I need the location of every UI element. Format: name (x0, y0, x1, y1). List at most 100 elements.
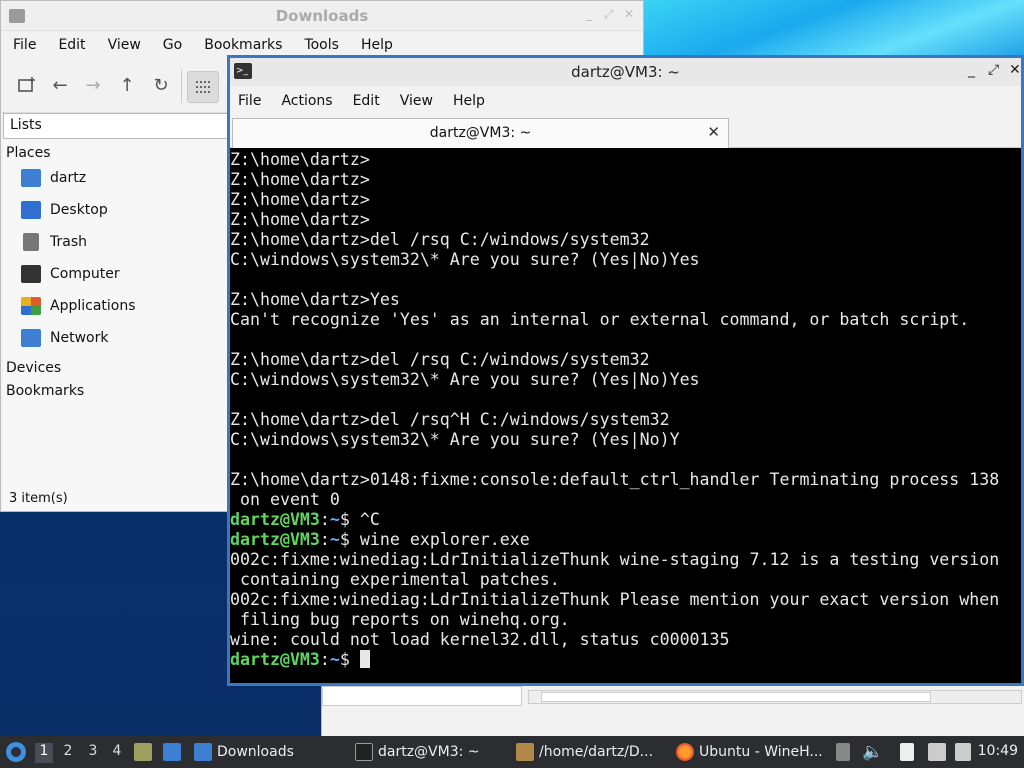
terminal-line-text: $ wine explorer.exe (339, 530, 530, 549)
terminal-line: Z:\home\dartz> (230, 170, 1021, 190)
devices-heading[interactable]: Devices (3, 354, 228, 377)
terminal-line: Z:\home\dartz> (230, 190, 1021, 210)
prompt-path: ~ (329, 510, 340, 529)
display-icon (928, 743, 946, 761)
forward-icon[interactable]: → (79, 71, 107, 99)
side-pane-mode-select[interactable]: Lists (3, 113, 228, 139)
tray-clipboard[interactable] (900, 736, 919, 768)
terminal-line-text: wine: could not load kernel32.dll, statu… (230, 630, 730, 649)
maximize-icon[interactable]: ⤢ (988, 62, 999, 78)
show-desktop-icon (163, 743, 181, 761)
quicklaunch-files[interactable] (134, 736, 157, 768)
terminal-line: filing bug reports on winehq.org. (230, 610, 1021, 630)
menu-file[interactable]: File (13, 37, 36, 53)
workspace-1[interactable]: 1 (35, 743, 53, 763)
terminal-line-text: C:\windows\system32\* Are you sure? (Yes… (230, 370, 700, 389)
menu-edit[interactable]: Edit (353, 93, 380, 109)
icon-view-icon[interactable] (187, 71, 219, 103)
reload-icon[interactable]: ↻ (147, 71, 175, 99)
menu-go[interactable]: Go (163, 37, 182, 53)
tray-volume[interactable]: 🔈 (862, 736, 883, 768)
terminal-tab[interactable]: dartz@VM3: ~ ✕ (232, 118, 729, 148)
terminal-line-text: Z:\home\dartz>0148:fixme:console:default… (230, 470, 1000, 489)
terminal-line-text: Z:\home\dartz>Yes (230, 290, 400, 309)
terminal-line: dartz@VM3:~$ ^C (230, 510, 1021, 530)
folder-icon (194, 743, 212, 761)
terminal-line-text: on event 0 (230, 490, 340, 509)
place-desktop[interactable]: Desktop (3, 194, 228, 226)
workspace-4[interactable]: 4 (108, 743, 126, 763)
minimize-icon[interactable]: _ (586, 7, 592, 21)
trash-icon (23, 233, 39, 251)
menu-view[interactable]: View (108, 37, 141, 53)
task-downloads[interactable]: Downloads (194, 736, 294, 768)
tray-network[interactable] (955, 736, 976, 768)
workspace-2[interactable]: 2 (59, 743, 77, 763)
terminal-line: C:\windows\system32\* Are you sure? (Yes… (230, 370, 1021, 390)
file-manager-titlebar[interactable]: Downloads _ ⤢ ✕ (1, 1, 643, 31)
tray-display[interactable] (928, 736, 951, 768)
wallpaper-sky-region (644, 0, 1024, 58)
menu-help[interactable]: Help (361, 37, 393, 53)
prompt-user: dartz@VM3 (230, 510, 320, 529)
menu-tools[interactable]: Tools (304, 37, 339, 53)
terminal-icon (355, 743, 373, 761)
close-tab-icon[interactable]: ✕ (707, 123, 720, 141)
terminal-line: Z:\home\dartz> (230, 210, 1021, 230)
workspace-3[interactable]: 3 (84, 743, 102, 763)
prompt-path: ~ (329, 650, 340, 669)
start-menu-button[interactable] (4, 736, 28, 768)
task-label: Downloads (217, 744, 294, 760)
close-icon[interactable]: ✕ (624, 7, 634, 21)
terminal-line: Z:\home\dartz> (230, 150, 1021, 170)
place-computer[interactable]: Computer (3, 258, 228, 290)
taskbar: 1 2 3 4 Downloads dartz@VM3: ~ /home/dar… (0, 736, 1024, 768)
task-archive[interactable]: /home/dartz/D... (516, 736, 653, 768)
place-applications[interactable]: Applications (3, 290, 228, 322)
task-label: /home/dartz/D... (539, 744, 654, 760)
quicklaunch-desktop[interactable] (163, 736, 186, 768)
clock[interactable]: 10:49 (978, 743, 1018, 759)
minimize-icon[interactable]: _ (968, 62, 975, 78)
menu-file[interactable]: File (238, 93, 261, 109)
terminal-line-text: C:\windows\system32\* Are you sure? (Yes… (230, 430, 680, 449)
place-network[interactable]: Network (3, 322, 228, 354)
place-dartz[interactable]: dartz (3, 162, 228, 194)
bookmarks-heading[interactable]: Bookmarks (3, 377, 228, 400)
computer-icon (21, 265, 41, 283)
terminal-line: containing experimental patches. (230, 570, 1021, 590)
prompt-path: ~ (329, 530, 340, 549)
horizontal-scrollbar[interactable] (528, 690, 1022, 704)
menu-view[interactable]: View (400, 93, 433, 109)
task-label: Ubuntu - WineH... (699, 744, 823, 760)
place-label: Desktop (50, 202, 108, 218)
terminal-output[interactable]: Z:\home\dartz> Z:\home\dartz> Z:\home\dart… (230, 148, 1021, 683)
menu-help[interactable]: Help (453, 93, 485, 109)
close-icon[interactable]: ✕ (1009, 62, 1021, 78)
new-tab-icon[interactable] (13, 71, 41, 99)
terminal-tab-label: dartz@VM3: ~ (429, 125, 532, 141)
back-icon[interactable]: ← (46, 71, 74, 99)
task-terminal[interactable]: dartz@VM3: ~ (355, 736, 480, 768)
maximize-icon[interactable]: ⤢ (604, 7, 614, 22)
menu-edit[interactable]: Edit (58, 37, 85, 53)
file-manager-title: Downloads (275, 7, 369, 25)
applications-icon (21, 297, 41, 315)
background-input-box[interactable] (322, 686, 522, 706)
terminal-line-text: Z:\home\dartz> (230, 210, 370, 229)
tray-updates[interactable] (836, 736, 855, 768)
prompt-separator: : (319, 650, 330, 669)
terminal-titlebar[interactable]: >_ dartz@VM3: ~ _ ⤢ ✕ (230, 58, 1021, 86)
scrollbar-thumb[interactable] (541, 692, 931, 702)
place-trash[interactable]: Trash (3, 226, 228, 258)
terminal-line: Can't recognize 'Yes' as an internal or … (230, 310, 1021, 330)
task-firefox[interactable]: Ubuntu - WineH... (676, 736, 823, 768)
menu-bookmarks[interactable]: Bookmarks (204, 37, 282, 53)
menu-actions[interactable]: Actions (281, 93, 332, 109)
up-icon[interactable]: ↑ (113, 71, 141, 99)
places-heading[interactable]: Places (3, 139, 228, 162)
terminal-line-text: Z:\home\dartz> (230, 190, 370, 209)
